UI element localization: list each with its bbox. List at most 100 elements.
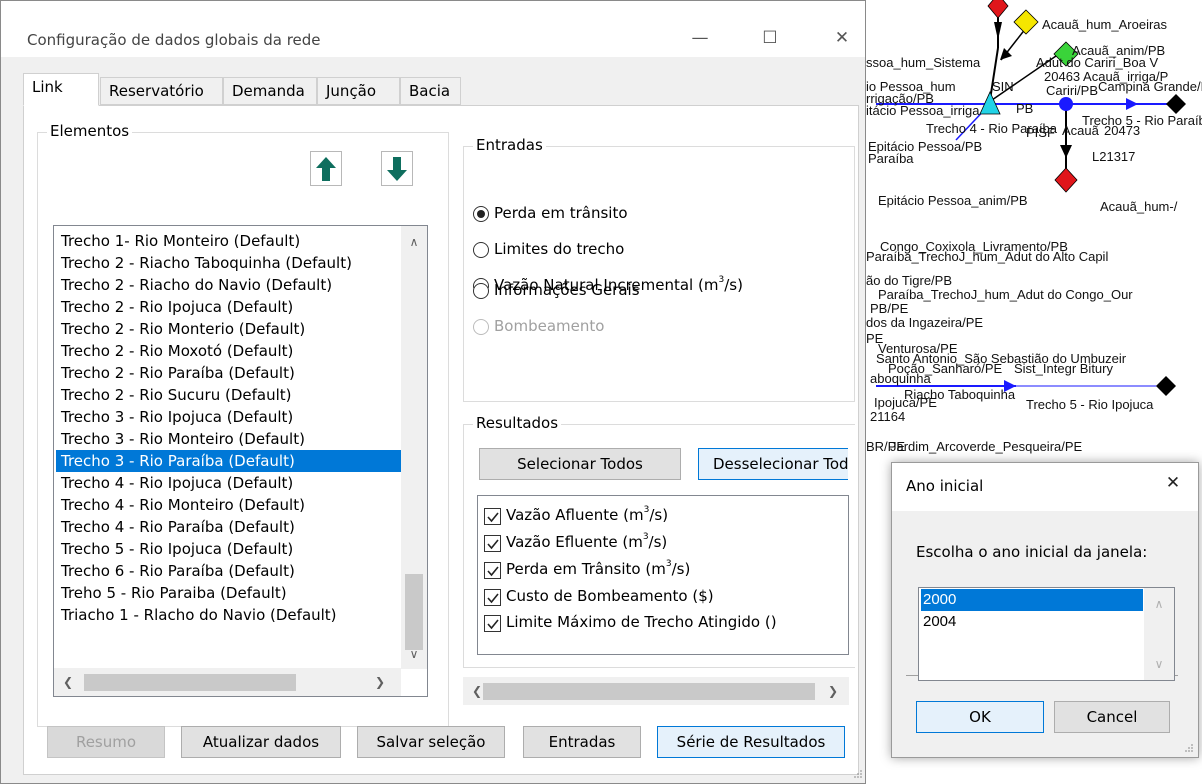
list-item[interactable]: Trecho 5 - Rio Ipojuca (Default) [56, 538, 402, 560]
map-label: 21164 [870, 409, 906, 424]
tab-demanda[interactable]: Demanda [223, 77, 317, 105]
list-horizontal-scrollbar[interactable]: ❮ ❯ [54, 668, 401, 696]
checkbox-label: Vazão Efluente (m3/s) [506, 532, 668, 551]
checkbox [484, 562, 501, 579]
list-item[interactable]: Treho 5 - Rio Paraiba (Default) [56, 582, 402, 604]
list-vertical-scrollbar[interactable]: ∧ ∨ [401, 226, 427, 669]
map-label: Adut do Cariri_Boa V [1036, 55, 1159, 70]
map-label: Sist_Integr Bitury [1014, 361, 1113, 376]
checkbox-label: Vazão Afluente (m3/s) [506, 505, 669, 524]
check-icon [487, 619, 499, 630]
tab-reservatorio[interactable]: Reservatório [100, 77, 223, 105]
year-item-selected[interactable]: 2000 [921, 589, 1143, 611]
config-window: Configuração de dados globais da rede — … [0, 0, 866, 784]
list-item[interactable]: Trecho 2 - Riacho do Navio (Default) [56, 274, 402, 296]
map-label: Trecho 5 - Rio Ipojuca [1026, 397, 1154, 412]
dialog-title: Ano inicial [906, 477, 984, 495]
list-item[interactable]: Triacho 1 - Rlacho do Navio (Default) [56, 604, 402, 626]
list-item[interactable]: Trecho 4 - Rio Paraíba (Default) [56, 516, 402, 538]
checkbox [484, 589, 501, 606]
list-item[interactable]: Trecho 6 - Rio Paraíba (Default) [56, 560, 402, 582]
list-item-selected[interactable]: Trecho 3 - Rio Paraíba (Default) [56, 450, 402, 472]
salvar-selecao-button[interactable]: Salvar seleção [357, 726, 505, 758]
dialog-close-button[interactable]: ✕ [1158, 473, 1188, 493]
resultados-horizontal-scroll-thumb[interactable] [483, 683, 815, 700]
radio-label: Limites do trecho [494, 240, 625, 258]
resize-grip-icon[interactable] [1184, 743, 1194, 753]
resultados-checklist[interactable]: Vazão Afluente (m3/s) Vazão Efluente (m3… [477, 495, 849, 655]
scroll-up-icon[interactable]: ∧ [404, 232, 424, 252]
scroll-right-icon[interactable]: ❯ [823, 681, 843, 701]
check-icon [487, 566, 499, 577]
list-vertical-scroll-thumb[interactable] [405, 574, 423, 650]
list-item[interactable]: Trecho 4 - Rio Ipojuca (Default) [56, 472, 402, 494]
list-item[interactable]: Trecho 2 - Rio Paraíba (Default) [56, 362, 402, 384]
list-item[interactable]: Trecho 2 - Riacho Taboquinha (Default) [56, 252, 402, 274]
map-label: 20473 [1104, 123, 1141, 138]
map-label: Paraíba_TrechoJ_hum_Adut do Congo_Our [878, 287, 1133, 302]
scroll-up-icon[interactable]: ∧ [1149, 594, 1169, 614]
checkbox-label: Perda em Trânsito (m3/s) [506, 559, 691, 578]
scroll-right-icon[interactable]: ❯ [370, 672, 390, 692]
list-item[interactable]: Trecho 2 - Rio Moxotó (Default) [56, 340, 402, 362]
list-item[interactable]: Trecho 2 - Rio Monterio (Default) [56, 318, 402, 340]
elementos-listbox[interactable]: Trecho 1- Rio Monteiro (Default) Trecho … [53, 225, 428, 697]
tab-bacia[interactable]: Bacia [400, 77, 461, 105]
map-label: PB/PE [870, 301, 909, 316]
scroll-down-icon[interactable]: ∨ [1149, 654, 1169, 674]
atualizar-dados-button[interactable]: Atualizar dados [181, 726, 341, 758]
map-label: Acauã_hum-/ [1100, 199, 1178, 214]
move-up-button[interactable] [310, 151, 342, 186]
year-listbox[interactable]: 2000 2004 ∧ ∨ [918, 587, 1175, 681]
checkbox-label: Limite Máximo de Trecho Atingido () [506, 613, 777, 631]
tab-juncao[interactable]: Junção [317, 77, 400, 105]
arrow-up-icon [316, 157, 336, 181]
radio-label: Perda em trânsito [494, 204, 628, 222]
map-label: itácio Pessoa_irriga [866, 103, 980, 118]
select-all-button[interactable]: Selecionar Todos [479, 448, 681, 480]
map-label: Campina Grande/PB [1098, 79, 1202, 94]
list-item[interactable]: Trecho 3 - Rio Monteiro (Default) [56, 428, 402, 450]
list-item[interactable]: Trecho 3 - Rio Ipojuca (Default) [56, 406, 402, 428]
deselect-all-button[interactable]: Desselecionar Todos [698, 448, 848, 480]
radio-circle [473, 283, 489, 299]
map-label: PISF [1026, 125, 1055, 140]
resultados-title: Resultados [473, 414, 562, 432]
radio-circle [473, 319, 489, 335]
scroll-left-icon[interactable]: ❮ [58, 672, 78, 692]
map-label: Acauã [1062, 123, 1099, 138]
close-button[interactable]: ✕ [819, 23, 865, 53]
serie-de-resultados-button[interactable]: Série de Resultados [657, 726, 845, 758]
resultados-horizontal-scrollbar[interactable]: ❮ ❯ [463, 677, 849, 705]
scroll-down-icon[interactable]: ∨ [404, 644, 424, 664]
radio-label: Informações Gerais [494, 281, 640, 299]
year-list-scrollbar[interactable]: ∧ ∨ [1144, 588, 1174, 680]
move-down-button[interactable] [381, 151, 413, 186]
entradas-button[interactable]: Entradas [523, 726, 641, 758]
list-horizontal-scroll-thumb[interactable] [84, 674, 296, 691]
maximize-button[interactable]: ☐ [747, 23, 793, 53]
ano-inicial-dialog: Ano inicial ✕ Escolha o ano inicial da j… [891, 462, 1199, 758]
tab-link[interactable]: Link [23, 73, 99, 106]
map-label: Epitácio Pessoa_anim/PB [878, 193, 1028, 208]
radio-label: Bombeamento [494, 317, 605, 335]
year-item[interactable]: 2004 [921, 611, 1143, 633]
title-bar[interactable]: Configuração de dados globais da rede — … [1, 1, 865, 57]
window-title: Configuração de dados globais da rede [27, 31, 321, 49]
entradas-title: Entradas [473, 136, 546, 154]
checkbox [484, 508, 501, 525]
minimize-button[interactable]: — [677, 23, 723, 53]
list-item[interactable]: Trecho 2 - Rio Ipojuca (Default) [56, 296, 402, 318]
checkbox-label: Custo de Bombeamento ($) [506, 587, 714, 605]
list-item[interactable]: Trecho 1- Rio Monteiro (Default) [56, 230, 402, 252]
list-item[interactable]: Trecho 4 - Rio Monteiro (Default) [56, 494, 402, 516]
check-icon [487, 539, 499, 550]
radio-dot [477, 210, 485, 218]
list-item[interactable]: Trecho 2 - Rio Sucuru (Default) [56, 384, 402, 406]
map-label: PB [1016, 101, 1034, 116]
resize-grip-icon[interactable] [853, 769, 863, 779]
map-label: Trecho 5 - Rio Paraíba [1082, 113, 1202, 128]
map-label: Cariri/PB [1046, 83, 1099, 98]
cancel-button[interactable]: Cancel [1054, 701, 1170, 733]
ok-button[interactable]: OK [916, 701, 1044, 733]
